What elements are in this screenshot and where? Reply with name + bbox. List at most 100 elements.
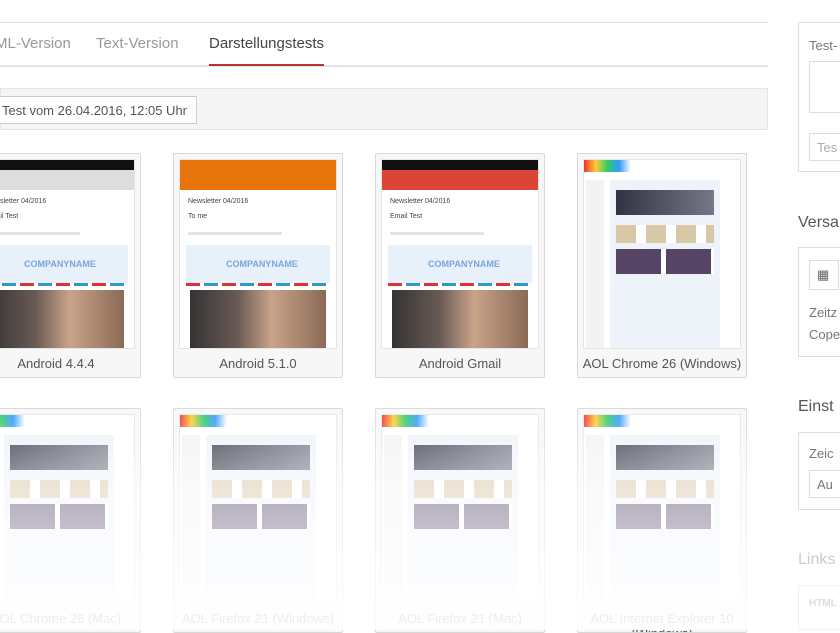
client-label: AOL Chrome 26 (Mac) [0, 611, 122, 626]
tab-text-version[interactable]: Text-Version [96, 35, 179, 52]
product-images [414, 480, 512, 498]
hero-image [10, 445, 108, 470]
text-line [0, 232, 80, 235]
aol-header [382, 415, 538, 427]
preview-card[interactable]: AOL Chrome 26 (Mac) [0, 408, 141, 633]
status-bar [0, 160, 134, 170]
email-subject: Newsletter 04/2016 [390, 198, 451, 205]
preview-card[interactable]: Newsletter 04/2016 To me COMPANYNAME And… [173, 153, 343, 378]
text-line [390, 232, 484, 235]
client-label: Android Gmail [418, 356, 502, 371]
logo-text: COMPANYNAME [428, 259, 500, 269]
links-heading: Links [798, 551, 836, 568]
aol-mail-preview [382, 415, 538, 603]
screenshot-thumbnail [583, 159, 741, 349]
photo-images [414, 504, 512, 529]
hero-image [616, 190, 714, 215]
test-send-box: Test- Tes [798, 22, 840, 172]
versand-box: ▦ Zeitz Cope [798, 247, 840, 357]
einstellungen-box: Zeic Au [798, 432, 840, 510]
photo-images [10, 504, 108, 529]
hero-image [616, 445, 714, 470]
screenshot-thumbnail [381, 414, 539, 604]
aol-header [180, 415, 336, 427]
email-sender: To me [188, 213, 208, 220]
app-bar [382, 170, 538, 190]
tab-darstellungstests[interactable]: Darstellungstests [209, 35, 325, 66]
zeitzone-label: Zeitz [809, 305, 838, 320]
links-tab-html[interactable]: HTML [809, 598, 837, 609]
tab-html-version[interactable]: HTML-Version [0, 35, 71, 52]
preview-card[interactable]: AOL Internet Explorer 10 (Windows) [577, 408, 747, 633]
screenshot-thumbnail [583, 414, 741, 604]
screenshot-thumbnail: Newsletter 04/2016 Email Test COMPANYNAM… [381, 159, 539, 349]
aol-mail-preview [180, 415, 336, 603]
preview-card[interactable]: Newsletter 04/2016 Email Test COMPANYNAM… [0, 153, 141, 378]
hero-image [392, 290, 528, 348]
email-subject: Newsletter 04/2016 [188, 198, 249, 205]
aol-header [0, 415, 134, 427]
preview-card[interactable]: AOL Chrome 26 (Windows) [577, 153, 747, 378]
stripes [388, 283, 532, 286]
preview-card[interactable]: AOL Firefox 21 (Windows) [173, 408, 343, 633]
aol-mail-preview [584, 160, 740, 348]
photo-images [212, 504, 310, 529]
company-logo: COMPANYNAME [186, 245, 330, 283]
preview-card[interactable]: AOL Firefox 21 (Mac) [375, 408, 545, 633]
email-body [408, 435, 518, 603]
hero-image [212, 445, 310, 470]
test-select[interactable]: Test vom 26.04.2016, 12:05 Uhr [0, 96, 197, 124]
aol-mail-preview [584, 415, 740, 603]
test-bar: Test vom 26.04.2016, 12:05 Uhr [0, 88, 768, 130]
hero-image [414, 445, 512, 470]
app-bar [180, 170, 336, 190]
email-body [206, 435, 316, 603]
aol-sidebar [384, 435, 402, 603]
product-images [212, 480, 310, 498]
test-label: Test- [809, 38, 838, 53]
zeichensatz-label: Zeic [809, 446, 834, 461]
screenshot-thumbnail [0, 414, 135, 604]
client-label: AOL Firefox 21 (Windows) [182, 611, 334, 626]
product-images [616, 480, 714, 498]
logo-text: COMPANYNAME [24, 259, 96, 269]
text-line [188, 232, 282, 235]
hero-image [190, 290, 326, 348]
status-bar [180, 160, 336, 170]
tab-bar: HTML-Version Text-Version Darstellungste… [0, 23, 768, 67]
aol-sidebar [586, 180, 604, 348]
email-body [610, 435, 720, 603]
versand-heading: Versa [798, 214, 839, 231]
photo-images [616, 249, 714, 274]
zeitzone-value: Cope [809, 327, 840, 342]
links-box: HTML [798, 585, 840, 630]
email-body [4, 435, 114, 603]
app-bar [0, 170, 134, 190]
email-subject: Newsletter 04/2016 [0, 198, 47, 205]
calendar-button[interactable]: ▦ [809, 260, 839, 290]
test-address-input[interactable] [809, 61, 840, 113]
company-logo: COMPANYNAME [388, 245, 532, 283]
aol-sidebar [182, 435, 200, 603]
einstellungen-heading: Einst [798, 398, 834, 415]
company-logo: COMPANYNAME [0, 245, 128, 283]
product-images [616, 225, 714, 243]
client-label: Android 4.4.4 [17, 356, 95, 371]
email-body [610, 180, 720, 348]
aol-header [584, 160, 740, 172]
screenshot-thumbnail: Newsletter 04/2016 To me COMPANYNAME [179, 159, 337, 349]
stripes [186, 283, 330, 286]
aol-sidebar [586, 435, 604, 603]
client-label: Android 5.1.0 [219, 356, 297, 371]
email-sender: Email Test [0, 213, 19, 220]
photo-images [616, 504, 714, 529]
preview-card[interactable]: Newsletter 04/2016 Email Test COMPANYNAM… [375, 153, 545, 378]
screenshot-thumbnail [179, 414, 337, 604]
calendar-icon: ▦ [817, 267, 830, 282]
test-send-button[interactable]: Tes [809, 133, 840, 161]
product-images [10, 480, 108, 498]
client-label: AOL Firefox 21 (Mac) [398, 611, 522, 626]
zeichensatz-select[interactable]: Au [809, 470, 840, 498]
stripes [0, 283, 128, 286]
hero-image [0, 290, 124, 348]
